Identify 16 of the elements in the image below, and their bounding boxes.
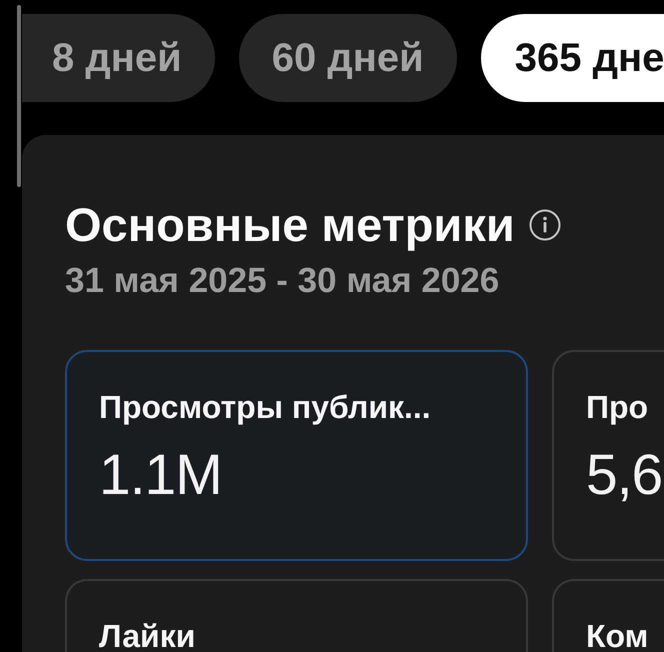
period-tab[interactable]: 365 дне [480, 14, 664, 102]
metric-card[interactable]: Лайки [65, 579, 528, 652]
info-icon[interactable] [528, 209, 561, 242]
metric-card[interactable]: Просмотры публик... 1.1M [65, 350, 528, 562]
metric-label: Ком [586, 617, 650, 652]
metric-value: 1.1M [99, 444, 223, 508]
period-tab[interactable]: 8 дней [22, 14, 215, 102]
metric-label: Лайки [99, 617, 196, 652]
metric-label: Просмотры публик... [99, 388, 432, 426]
metric-label: Про [586, 388, 650, 426]
date-range: 31 мая 2025 - 30 мая 2026 [65, 260, 500, 302]
metric-value: 5,6 [586, 444, 664, 508]
metric-card[interactable]: Про 5,6 [552, 350, 664, 562]
period-tab[interactable]: 60 дней [238, 14, 457, 102]
metric-card[interactable]: Ком [552, 579, 664, 652]
section-title: Основные метрики [65, 198, 515, 252]
